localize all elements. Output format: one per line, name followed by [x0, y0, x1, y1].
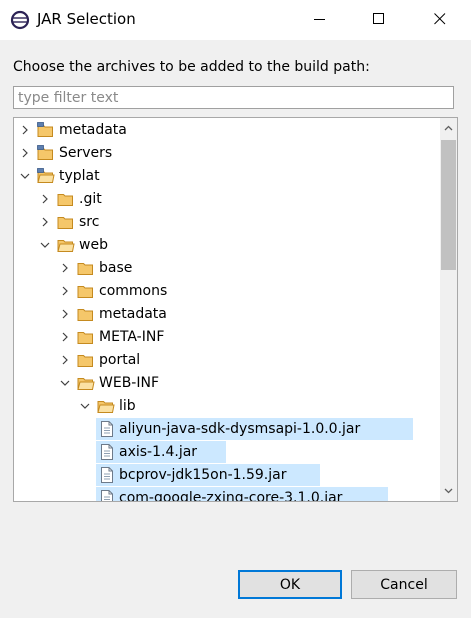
maximize-icon [373, 13, 384, 24]
tree-item-label: Servers [59, 145, 113, 161]
chevron-right-icon[interactable] [59, 308, 71, 320]
chevron-right-icon[interactable] [19, 124, 31, 136]
tree-item-label: metadata [99, 306, 167, 322]
tree-item-label: base [99, 260, 133, 276]
cancel-button[interactable]: Cancel [351, 570, 457, 599]
minimize-button[interactable] [297, 0, 343, 38]
jar-file-icon [101, 444, 113, 460]
filter-input[interactable] [13, 86, 454, 109]
chevron-right-icon[interactable] [59, 262, 71, 274]
tree-item[interactable]: .git [14, 188, 434, 210]
chevron-right-icon[interactable] [39, 216, 51, 228]
folder-icon [97, 401, 115, 413]
jar-file-icon [101, 467, 113, 483]
chevron-right-icon[interactable] [39, 193, 51, 205]
chevron-down-icon[interactable] [19, 170, 31, 182]
scrollbar-thumb[interactable] [441, 140, 456, 270]
tree-item[interactable]: Servers [14, 142, 434, 164]
tree-item[interactable]: src [14, 211, 434, 233]
tree-item-label: metadata [59, 122, 127, 138]
tree-item[interactable]: portal [14, 349, 434, 371]
chevron-down-icon[interactable] [79, 400, 91, 412]
project-folder-icon [37, 122, 53, 137]
folder-icon [77, 263, 93, 275]
chevron-right-icon[interactable] [59, 285, 71, 297]
tree-item[interactable]: base [14, 257, 434, 279]
close-icon [434, 13, 446, 25]
chevron-right-icon[interactable] [19, 147, 31, 159]
tree-item-label: lib [119, 398, 136, 414]
ok-button[interactable]: OK [238, 570, 342, 599]
tree-item[interactable]: typlat [14, 165, 434, 187]
chevron-down-icon[interactable] [39, 239, 51, 251]
folder-icon [77, 378, 95, 390]
project-folder-icon [37, 168, 55, 183]
tree-item[interactable]: metadata [14, 303, 434, 325]
folder-icon [57, 217, 73, 229]
tree-item[interactable]: metadata [14, 119, 434, 141]
jar-file-icon [101, 421, 113, 437]
tree-item[interactable]: aliyun-java-sdk-dysmsapi-1.0.0.jar [14, 418, 434, 440]
tree-item[interactable]: WEB-INF [14, 372, 434, 394]
minimize-icon [314, 19, 325, 20]
tree-item[interactable]: commons [14, 280, 434, 302]
folder-icon [77, 355, 93, 367]
tree-item-label: WEB-INF [99, 375, 159, 391]
chevron-right-icon[interactable] [59, 354, 71, 366]
tree-item-label: typlat [59, 168, 100, 184]
jar-file-icon [101, 490, 113, 501]
chevron-right-icon[interactable] [59, 331, 71, 343]
tree-item-label: META-INF [99, 329, 165, 345]
folder-icon [77, 309, 93, 321]
scroll-down-arrow-icon[interactable] [442, 484, 455, 497]
tree-item[interactable]: axis-1.4.jar [14, 441, 434, 463]
dialog-prompt: Choose the archives to be added to the b… [13, 59, 370, 75]
tree-item-label: src [79, 214, 100, 230]
eclipse-icon [10, 10, 30, 30]
tree-item-label: bcprov-jdk15on-1.59.jar [119, 467, 287, 483]
window-title: JAR Selection [37, 10, 136, 28]
tree-item-label: commons [99, 283, 168, 299]
tree-item[interactable]: web [14, 234, 434, 256]
tree-item[interactable]: bcprov-jdk15on-1.59.jar [14, 464, 434, 486]
tree-item[interactable]: com-google-zxing-core-3.1.0.jar [14, 487, 434, 502]
scroll-up-arrow-icon[interactable] [442, 122, 455, 135]
tree-item-label: aliyun-java-sdk-dysmsapi-1.0.0.jar [119, 421, 361, 437]
tree-item[interactable]: lib [14, 395, 434, 417]
maximize-button[interactable] [356, 0, 402, 38]
project-folder-icon [37, 145, 53, 160]
chevron-down-icon[interactable] [59, 377, 71, 389]
close-button[interactable] [417, 0, 463, 38]
tree-item-label: com-google-zxing-core-3.1.0.jar [119, 490, 343, 502]
title-bar: JAR Selection [0, 0, 471, 40]
tree-item[interactable]: META-INF [14, 326, 434, 348]
tree-item-label: web [79, 237, 108, 253]
tree-item-label: portal [99, 352, 141, 368]
folder-icon [57, 194, 73, 206]
archive-tree[interactable]: metadata Servers typlat .git src web base commo… [13, 117, 458, 502]
folder-icon [57, 240, 75, 252]
tree-item-label: axis-1.4.jar [119, 444, 198, 460]
folder-icon [77, 332, 93, 344]
tree-item-label: .git [79, 191, 102, 207]
vertical-scrollbar[interactable] [440, 118, 457, 501]
folder-icon [77, 286, 93, 298]
